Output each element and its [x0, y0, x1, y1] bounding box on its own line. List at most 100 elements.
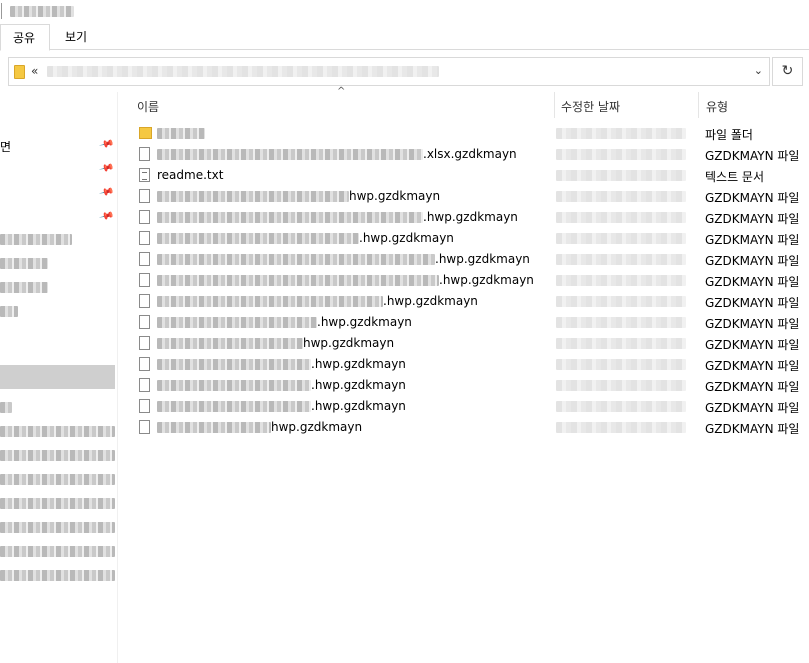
file-date-redacted [556, 128, 686, 139]
tab-share[interactable]: 공유 [0, 24, 50, 51]
file-icon [139, 336, 150, 350]
nav-item-redacted[interactable] [0, 474, 115, 485]
file-icon [139, 399, 150, 413]
file-row[interactable]: .hwp.gzdkmayn GZDKMAYN 파일 [118, 312, 809, 333]
folder-icon [14, 65, 25, 79]
file-name: .hwp.gzdkmayn [157, 273, 534, 287]
nav-item-redacted[interactable] [0, 306, 18, 317]
file-row[interactable]: hwp.gzdkmayn GZDKMAYN 파일 [118, 417, 809, 438]
ribbon-tab-bar: 공유 보기 [0, 24, 809, 51]
navigation-pane: 면 📌 📌 📌 📌 [0, 92, 118, 663]
file-name: hwp.gzdkmayn [157, 336, 394, 350]
file-date-redacted [556, 317, 686, 328]
file-type: GZDKMAYN 파일 [705, 212, 800, 226]
file-name: .hwp.gzdkmayn [157, 378, 406, 392]
nav-item-redacted[interactable] [0, 450, 115, 461]
file-name: .hwp.gzdkmayn [157, 294, 478, 308]
file-row[interactable]: readme.txt 텍스트 문서 [118, 165, 809, 186]
file-row[interactable]: .hwp.gzdkmayn GZDKMAYN 파일 [118, 228, 809, 249]
file-type: GZDKMAYN 파일 [705, 401, 800, 415]
file-icon [139, 273, 150, 287]
file-row[interactable]: .hwp.gzdkmayn GZDKMAYN 파일 [118, 270, 809, 291]
file-type: GZDKMAYN 파일 [705, 338, 800, 352]
file-row[interactable]: 파일 폴더 [118, 123, 809, 144]
file-date-redacted [556, 338, 686, 349]
column-header-type[interactable]: 유형 [706, 98, 728, 114]
file-row[interactable]: .hwp.gzdkmayn GZDKMAYN 파일 [118, 354, 809, 375]
file-name: hwp.gzdkmayn [157, 189, 440, 203]
file-date-redacted [556, 254, 686, 265]
nav-item-selected[interactable] [0, 365, 115, 389]
file-icon [139, 231, 150, 245]
file-date-redacted [556, 359, 686, 370]
nav-item-redacted[interactable] [0, 282, 48, 293]
title-bar [0, 0, 809, 24]
nav-item-redacted[interactable] [0, 570, 115, 581]
column-header-name[interactable]: 이름 [137, 98, 159, 114]
file-type: 파일 폴더 [705, 128, 753, 142]
file-row[interactable]: .hwp.gzdkmayn GZDKMAYN 파일 [118, 207, 809, 228]
file-date-redacted [556, 422, 686, 433]
file-row[interactable]: hwp.gzdkmayn GZDKMAYN 파일 [118, 333, 809, 354]
nav-item-redacted[interactable] [0, 426, 115, 437]
file-type: 텍스트 문서 [705, 170, 765, 184]
file-date-redacted [556, 296, 686, 307]
nav-item-redacted[interactable] [0, 258, 48, 269]
chevron-down-icon[interactable]: ⌄ [754, 64, 763, 77]
file-name: .hwp.gzdkmayn [157, 210, 518, 224]
file-row[interactable]: .hwp.gzdkmayn GZDKMAYN 파일 [118, 375, 809, 396]
file-type: GZDKMAYN 파일 [705, 275, 800, 289]
refresh-button[interactable]: ↻ [772, 57, 803, 86]
nav-item-redacted[interactable] [0, 522, 115, 533]
file-row[interactable]: .hwp.gzdkmayn GZDKMAYN 파일 [118, 291, 809, 312]
file-list-pane: ^ 이름 수정한 날짜 유형 파일 폴더 .xlsx.gzdkmayn GZDK… [118, 86, 809, 663]
file-type: GZDKMAYN 파일 [705, 296, 800, 310]
sort-ascending-icon: ^ [337, 86, 346, 97]
file-name: .hwp.gzdkmayn [157, 231, 454, 245]
file-name: hwp.gzdkmayn [157, 420, 362, 434]
file-icon [139, 420, 150, 434]
nav-item-redacted[interactable] [0, 546, 115, 557]
nav-item-label[interactable]: 면 [0, 138, 11, 155]
nav-item-redacted[interactable] [0, 498, 115, 509]
file-icon [139, 294, 150, 308]
file-type: GZDKMAYN 파일 [705, 191, 800, 205]
file-row[interactable]: .xlsx.gzdkmayn GZDKMAYN 파일 [118, 144, 809, 165]
file-type: GZDKMAYN 파일 [705, 233, 800, 247]
file-type: GZDKMAYN 파일 [705, 149, 800, 163]
nav-item-redacted[interactable] [0, 234, 72, 245]
file-date-redacted [556, 275, 686, 286]
file-date-redacted [556, 380, 686, 391]
address-path-redacted[interactable] [47, 66, 439, 77]
file-name: readme.txt [157, 168, 224, 182]
text-file-icon [139, 168, 150, 182]
column-divider[interactable] [554, 92, 555, 118]
file-row[interactable]: .hwp.gzdkmayn GZDKMAYN 파일 [118, 396, 809, 417]
file-icon [139, 210, 150, 224]
file-icon [139, 147, 150, 161]
address-bar[interactable]: « ⌄ [8, 57, 770, 86]
address-overflow-chevron[interactable]: « [31, 64, 38, 78]
file-date-redacted [556, 401, 686, 412]
pin-icon: 📌 [98, 184, 115, 201]
file-icon [139, 378, 150, 392]
file-date-redacted [556, 149, 686, 160]
file-date-redacted [556, 212, 686, 223]
file-name: .hwp.gzdkmayn [157, 357, 406, 371]
file-name: .xlsx.gzdkmayn [157, 147, 517, 161]
file-type: GZDKMAYN 파일 [705, 317, 800, 331]
file-name: .hwp.gzdkmayn [157, 315, 412, 329]
folder-icon [139, 127, 152, 139]
file-row[interactable]: .hwp.gzdkmayn GZDKMAYN 파일 [118, 249, 809, 270]
file-type: GZDKMAYN 파일 [705, 359, 800, 373]
file-row[interactable]: hwp.gzdkmayn GZDKMAYN 파일 [118, 186, 809, 207]
column-header-date[interactable]: 수정한 날짜 [561, 98, 620, 114]
file-name: .hwp.gzdkmayn [157, 252, 530, 266]
pin-icon: 📌 [98, 136, 115, 153]
column-divider[interactable] [698, 92, 699, 118]
nav-item-redacted[interactable] [0, 402, 12, 413]
file-date-redacted [556, 170, 686, 181]
window-title-redacted [10, 6, 74, 17]
tab-view[interactable]: 보기 [53, 24, 99, 50]
file-type: GZDKMAYN 파일 [705, 254, 800, 268]
